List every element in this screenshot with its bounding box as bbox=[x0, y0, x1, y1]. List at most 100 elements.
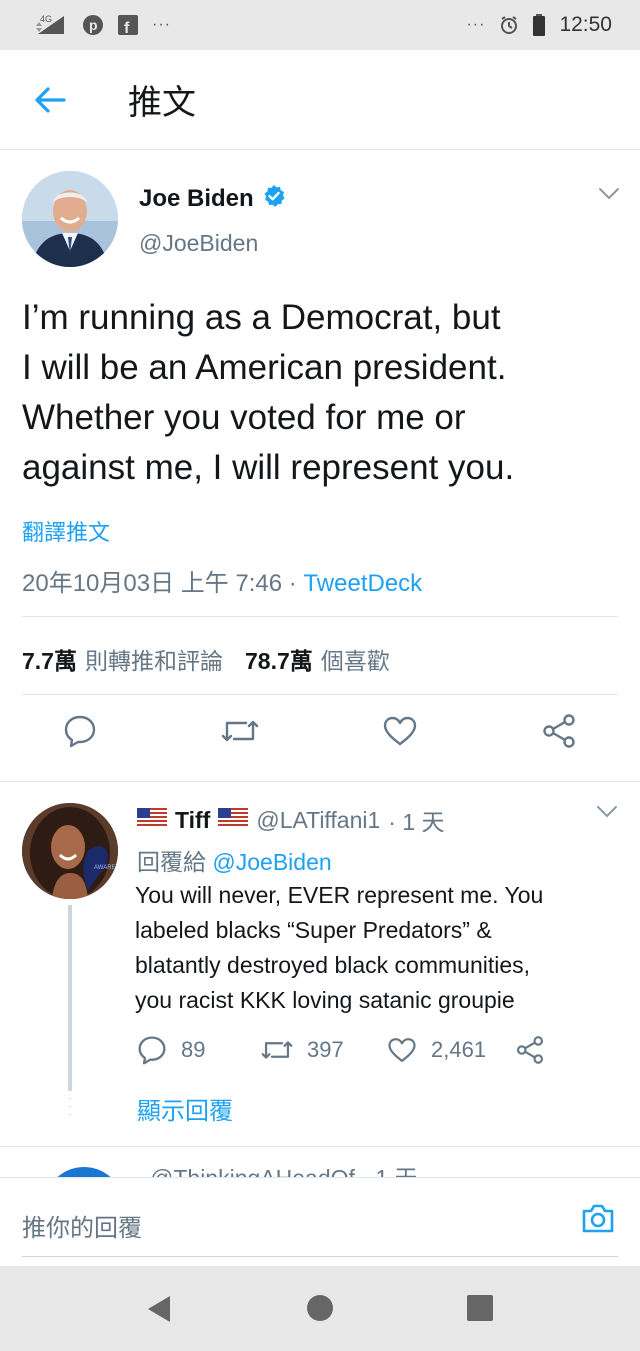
reply-time: · 1 天 bbox=[388, 809, 445, 835]
reply-tweet[interactable]: AWARE · · · Tiff @LATiffani1 · 1 天 回覆給 @Jo… bbox=[0, 783, 640, 1146]
retweet-button[interactable] bbox=[220, 711, 260, 751]
likes-count: 78.7萬 bbox=[244, 648, 313, 674]
chevron-down-icon bbox=[599, 188, 619, 200]
heart-icon bbox=[383, 716, 417, 746]
meta-separator: · bbox=[282, 570, 304, 597]
show-replies-link[interactable]: 顯示回覆 bbox=[137, 1091, 233, 1126]
nav-recents-button[interactable] bbox=[466, 1294, 494, 1327]
share-icon bbox=[516, 1036, 544, 1064]
like-count: 2,461 bbox=[431, 1037, 487, 1062]
input-underline bbox=[22, 1256, 618, 1257]
retweet-icon bbox=[221, 720, 259, 742]
reply-author-name[interactable]: Tiff bbox=[175, 807, 210, 834]
reply-avatar[interactable]: AWARE bbox=[22, 803, 118, 899]
like-button[interactable] bbox=[380, 711, 420, 751]
reply-share-button[interactable] bbox=[515, 1036, 545, 1064]
reply-actions: 89 397 2,461 bbox=[137, 1035, 545, 1065]
tweet-actions bbox=[0, 711, 640, 783]
tweet-text-line: against me, I will represent you. bbox=[22, 448, 515, 487]
svg-text:4G: 4G bbox=[40, 14, 52, 24]
reply-text-line: you racist KKK loving satanic groupie bbox=[135, 987, 515, 1013]
battery-icon bbox=[533, 14, 546, 36]
avatar-image bbox=[22, 171, 118, 267]
author-handle: @JoeBiden bbox=[139, 230, 259, 256]
reply-text: You will never, EVER represent me. You l… bbox=[135, 878, 615, 1018]
svg-text:p: p bbox=[89, 17, 98, 33]
likes-stat[interactable]: 78.7萬 個喜歡 bbox=[245, 642, 390, 676]
replying-to: 回覆給 @JoeBiden bbox=[137, 843, 332, 877]
camera-icon bbox=[582, 1204, 614, 1233]
divider bbox=[22, 616, 618, 617]
author-row: Joe Biden bbox=[139, 184, 286, 213]
replying-to-handle[interactable]: @JoeBiden bbox=[212, 849, 331, 875]
status-bar: 4G p f ··· ··· 12:50 bbox=[0, 0, 640, 50]
reply-text-line: labeled blacks “Super Predators” & bbox=[135, 917, 492, 943]
divider bbox=[22, 694, 618, 695]
nav-home-button[interactable] bbox=[306, 1294, 334, 1327]
reply-avatar-image: AWARE bbox=[22, 803, 118, 899]
status-left: 4G p f ··· bbox=[34, 14, 171, 36]
share-button[interactable] bbox=[539, 711, 579, 751]
tweet-text-line: I will be an American president. bbox=[22, 348, 507, 387]
tweet-meta: 20年10月03日 上午 7:46 · TweetDeck bbox=[22, 563, 422, 598]
back-button[interactable] bbox=[0, 50, 100, 150]
reply-input[interactable]: 推你的回覆 bbox=[22, 1208, 142, 1243]
signal-icon: 4G bbox=[34, 14, 68, 36]
reply-composer: 推你的回覆 bbox=[0, 1177, 640, 1266]
reply-reply-button[interactable]: 89 bbox=[137, 1035, 261, 1065]
reply-button[interactable] bbox=[60, 711, 100, 751]
translate-tweet-link[interactable]: 翻譯推文 bbox=[22, 515, 110, 547]
tweet-source-link[interactable]: TweetDeck bbox=[303, 570, 422, 597]
next-reply-avatar bbox=[44, 1167, 124, 1177]
top-app-bar: 推文 bbox=[0, 50, 640, 150]
tweet-text-line: I’m running as a Democrat, but bbox=[22, 298, 501, 337]
facebook-icon: f bbox=[118, 15, 138, 35]
replying-to-label: 回覆給 bbox=[137, 849, 206, 875]
share-icon bbox=[543, 714, 575, 748]
square-recents-icon bbox=[467, 1295, 493, 1321]
triangle-back-icon bbox=[148, 1296, 170, 1322]
thread-dots: · · · bbox=[68, 1093, 72, 1120]
reply-text-line: You will never, EVER represent me. You bbox=[135, 882, 544, 908]
reply-author-handle: @LATiffani1 bbox=[256, 806, 381, 833]
reply-options-button[interactable] bbox=[596, 805, 618, 824]
circle-home-icon bbox=[307, 1295, 333, 1321]
tweet-text-line: Whether you voted for me or bbox=[22, 398, 466, 437]
chevron-down-icon bbox=[597, 806, 617, 818]
status-more-right: ··· bbox=[466, 16, 486, 33]
alarm-icon bbox=[499, 15, 519, 35]
svg-text:AWARE: AWARE bbox=[94, 865, 116, 871]
retweets-stat[interactable]: 7.7萬 則轉推和評論 bbox=[22, 642, 223, 676]
reply-text-line: blatantly destroyed black communities, bbox=[135, 952, 531, 978]
reply-like-button[interactable]: 2,461 bbox=[387, 1036, 515, 1064]
comment-icon bbox=[138, 1036, 166, 1065]
verified-badge-icon bbox=[262, 184, 286, 213]
reply-author-row: Tiff @LATiffani1 · 1 天 bbox=[137, 803, 445, 837]
camera-button[interactable] bbox=[580, 1202, 616, 1239]
tweet-timestamp: 20年10月03日 上午 7:46 bbox=[22, 570, 283, 597]
tweet-text: I’m running as a Democrat, but I will be… bbox=[22, 293, 622, 493]
pinterest-icon: p bbox=[82, 14, 104, 36]
retweets-label: 則轉推和評論 bbox=[84, 648, 223, 674]
tweet-options-button[interactable] bbox=[598, 187, 620, 206]
status-time: 12:50 bbox=[559, 13, 612, 36]
svg-text:f: f bbox=[124, 20, 130, 35]
retweet-icon bbox=[261, 1041, 293, 1059]
nav-back-button[interactable] bbox=[146, 1294, 172, 1329]
retweets-count: 7.7萬 bbox=[22, 648, 77, 674]
reply-retweet-button[interactable]: 397 bbox=[261, 1037, 387, 1063]
divider bbox=[0, 781, 640, 782]
avatar[interactable] bbox=[22, 171, 118, 267]
us-flag-icon bbox=[137, 807, 167, 834]
retweet-count: 397 bbox=[307, 1037, 344, 1062]
status-more-left: ··· bbox=[152, 16, 171, 33]
arrow-left-icon bbox=[35, 86, 66, 113]
status-right: ··· 12:50 bbox=[466, 13, 612, 37]
heart-icon bbox=[388, 1038, 416, 1062]
next-reply-peek[interactable]: @ThinkingAHeadOf · 1 天 bbox=[0, 1147, 640, 1177]
reply-count: 89 bbox=[181, 1037, 206, 1062]
author-name[interactable]: Joe Biden bbox=[139, 185, 254, 213]
thread-line bbox=[68, 905, 72, 1091]
us-flag-icon bbox=[218, 807, 249, 834]
next-reply-header: @ThinkingAHeadOf · 1 天 bbox=[150, 1159, 418, 1177]
